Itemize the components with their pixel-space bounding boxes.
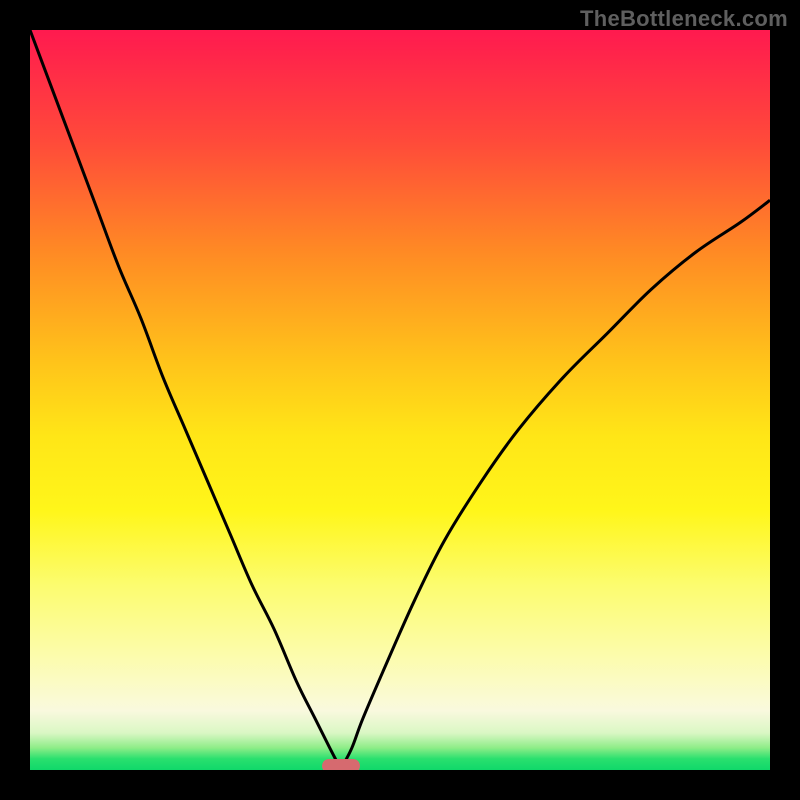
watermark-text: TheBottleneck.com xyxy=(580,6,788,32)
curve-left-branch xyxy=(30,30,339,766)
curve-right-branch xyxy=(342,200,770,766)
plot-area xyxy=(30,30,770,770)
curve-layer xyxy=(30,30,770,770)
chart-frame: TheBottleneck.com xyxy=(0,0,800,800)
